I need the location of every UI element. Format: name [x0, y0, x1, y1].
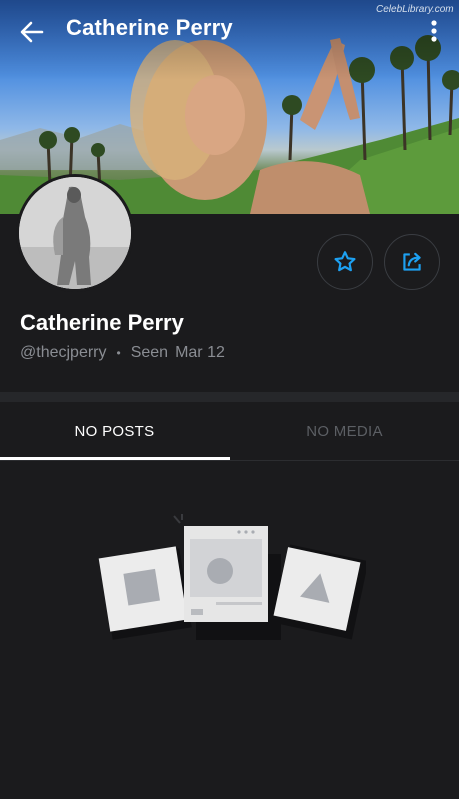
favorite-button[interactable]: [317, 234, 373, 290]
page-title: Catherine Perry: [66, 15, 233, 40]
avatar-image: [19, 177, 131, 289]
empty-state-illustration: [98, 514, 366, 640]
active-tab-indicator: [0, 457, 230, 460]
more-options-button[interactable]: [424, 18, 444, 46]
profile-name: Catherine Perry: [20, 310, 184, 335]
back-button[interactable]: [18, 18, 46, 46]
section-divider: [0, 392, 459, 402]
profile-screen: CelebLibrary.com Catherine Perry Catheri…: [0, 0, 459, 799]
arrow-left-icon: [20, 21, 44, 43]
seen-label: Seen: [130, 344, 169, 361]
vertical-dots-icon: [431, 20, 437, 42]
share-icon: [403, 252, 421, 271]
avatar[interactable]: [16, 174, 134, 292]
share-button[interactable]: [384, 234, 440, 290]
content-tabs: NO POSTS NO MEDIA: [0, 402, 459, 461]
profile-handle: @thecjperry: [20, 344, 107, 361]
star-outline-icon: [334, 251, 356, 272]
watermark-text: CelebLibrary.com: [376, 4, 454, 15]
profile-meta: @thecjperry • Seen Mar 12: [20, 344, 225, 362]
tab-posts[interactable]: NO POSTS: [0, 402, 229, 460]
seen-date: Mar 12: [175, 344, 225, 361]
tab-media[interactable]: NO MEDIA: [230, 402, 459, 460]
meta-separator: •: [116, 346, 121, 360]
